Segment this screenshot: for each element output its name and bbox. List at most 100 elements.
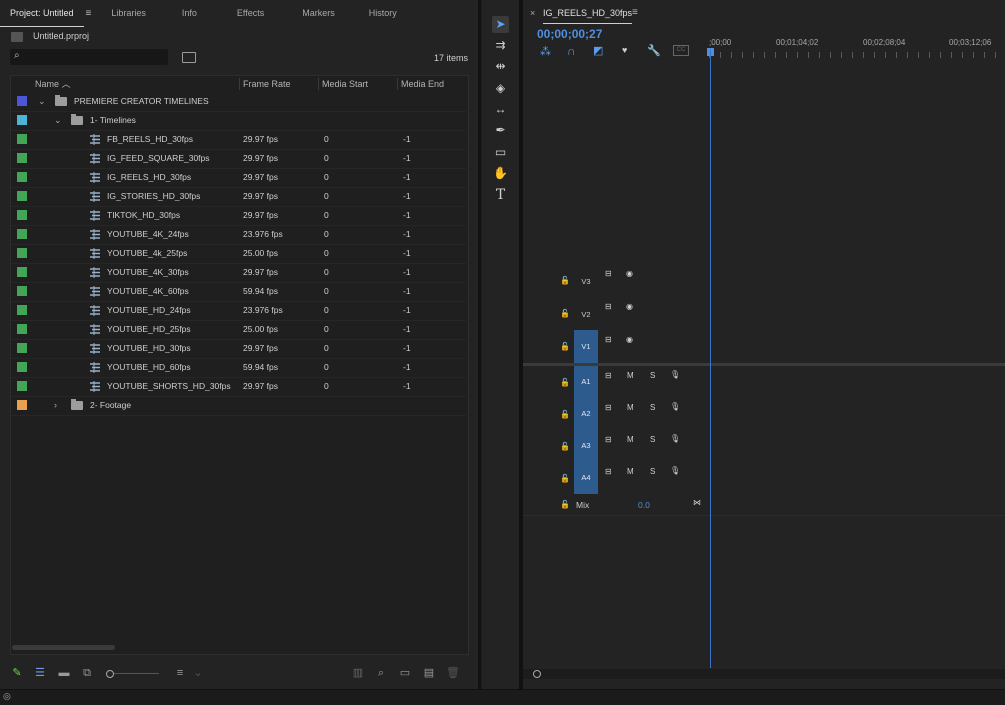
panel-divider[interactable]: [478, 0, 481, 689]
item-name[interactable]: FB_REELS_HD_30fps: [107, 130, 193, 149]
label-color-swatch[interactable]: [17, 96, 27, 106]
sequence-tab[interactable]: IG_REELS_HD_30fps: [543, 8, 633, 24]
sequence-row[interactable]: YOUTUBE_4K_60fps 59.94 fps 0 -1: [11, 282, 466, 302]
chevron-down-icon[interactable]: ⌄: [38, 92, 46, 111]
sequence-row[interactable]: YOUTUBE_HD_24fps 23.976 fps 0 -1: [11, 301, 466, 321]
sequence-row[interactable]: YOUTUBE_4K_24fps 23.976 fps 0 -1: [11, 225, 466, 245]
track-select-tool-icon[interactable]: ⇉: [492, 37, 509, 54]
track-v3[interactable]: 🔓 V3 ⊟ ◉: [523, 264, 1005, 298]
microphone-icon[interactable]: 🎙: [670, 434, 680, 443]
track-a2[interactable]: 🔓 A2 ⊟ M S 🎙: [523, 398, 1005, 431]
sync-lock-icon[interactable]: ⊟: [605, 435, 612, 444]
slip-tool-icon[interactable]: ↔: [492, 101, 509, 118]
list-view-icon[interactable]: ☰: [33, 666, 47, 680]
tab-history[interactable]: History: [359, 0, 407, 26]
bin-row[interactable]: › 2- Footage: [11, 396, 466, 416]
icon-view-icon[interactable]: ▬: [57, 666, 71, 680]
item-name[interactable]: IG_FEED_SQUARE_30fps: [107, 149, 210, 168]
horizontal-scrollbar[interactable]: [12, 645, 115, 650]
automate-to-sequence-icon[interactable]: ▥: [351, 666, 365, 680]
sequence-row[interactable]: YOUTUBE_4K_30fps 29.97 fps 0 -1: [11, 263, 466, 283]
new-bin-icon[interactable]: ▭: [398, 666, 412, 680]
label-color-swatch[interactable]: [17, 400, 27, 410]
chevron-right-icon[interactable]: ›: [54, 396, 57, 415]
lock-icon[interactable]: 🔓: [560, 342, 570, 351]
hand-tool-icon[interactable]: ✋: [492, 165, 509, 182]
track-label[interactable]: V3: [574, 277, 598, 286]
item-name[interactable]: YOUTUBE_HD_30fps: [107, 339, 191, 358]
panel-menu-icon[interactable]: ≡: [632, 7, 638, 18]
track-label[interactable]: A1: [574, 366, 598, 398]
track-a3[interactable]: 🔓 A3 ⊟ M S 🎙: [523, 430, 1005, 463]
tab-libraries[interactable]: Libraries: [101, 0, 156, 26]
solo-button[interactable]: S: [650, 435, 655, 444]
type-tool-icon[interactable]: T: [492, 187, 509, 204]
playhead-line[interactable]: [710, 50, 711, 668]
item-name[interactable]: YOUTUBE_HD_24fps: [107, 301, 191, 320]
bin-row[interactable]: ⌄ PREMIERE CREATOR TIMELINES: [11, 92, 466, 112]
eye-icon[interactable]: ◉: [626, 335, 633, 344]
label-color-swatch[interactable]: [17, 343, 27, 353]
mute-button[interactable]: M: [627, 403, 634, 412]
close-icon[interactable]: ×: [530, 8, 535, 18]
search-input[interactable]: ⌕: [10, 49, 168, 65]
microphone-icon[interactable]: 🎙: [670, 370, 680, 379]
column-header-media-end[interactable]: Media End: [401, 76, 444, 92]
new-search-bin-icon[interactable]: [182, 52, 196, 63]
tab-info[interactable]: Info: [172, 0, 207, 26]
sort-icon[interactable]: ≡: [173, 666, 187, 680]
mute-button[interactable]: M: [627, 435, 634, 444]
trash-icon[interactable]: 🗑: [446, 666, 460, 680]
track-label[interactable]: V1: [574, 330, 598, 363]
timeline-horizontal-scrollbar[interactable]: [523, 669, 1005, 679]
item-name[interactable]: TIKTOK_HD_30fps: [107, 206, 180, 225]
lock-icon[interactable]: 🔓: [560, 442, 570, 451]
lock-icon[interactable]: 🔓: [560, 276, 570, 285]
sequence-row[interactable]: FB_REELS_HD_30fps 29.97 fps 0 -1: [11, 130, 466, 150]
lock-icon[interactable]: 🔓: [560, 309, 570, 318]
scroll-handle[interactable]: [533, 670, 541, 678]
new-item-icon[interactable]: ▤: [422, 666, 436, 680]
sequence-row[interactable]: TIKTOK_HD_30fps 29.97 fps 0 -1: [11, 206, 466, 226]
label-color-swatch[interactable]: [17, 305, 27, 315]
microphone-icon[interactable]: 🎙: [670, 402, 680, 411]
rectangle-tool-icon[interactable]: ▭: [492, 144, 509, 161]
track-v2[interactable]: 🔓 V2 ⊟ ◉: [523, 297, 1005, 331]
lock-icon[interactable]: 🔓: [560, 474, 570, 483]
solo-button[interactable]: S: [650, 403, 655, 412]
selection-tool-icon[interactable]: ➤: [492, 16, 509, 33]
pencil-icon[interactable]: ✎: [10, 666, 24, 680]
insert-nest-icon[interactable]: ⁂: [540, 45, 551, 58]
razor-tool-icon[interactable]: ◈: [492, 80, 509, 97]
eye-icon[interactable]: ◉: [626, 302, 633, 311]
mute-button[interactable]: M: [627, 467, 634, 476]
lock-icon[interactable]: 🔓: [560, 500, 570, 509]
track-v1[interactable]: 🔓 V1 ⊟ ◉: [523, 330, 1005, 364]
lock-icon[interactable]: 🔓: [560, 410, 570, 419]
label-color-swatch[interactable]: [17, 248, 27, 258]
column-header-frame-rate[interactable]: Frame Rate: [243, 76, 291, 92]
bin-row[interactable]: ⌄ 1- Timelines: [11, 111, 466, 131]
item-name[interactable]: PREMIERE CREATOR TIMELINES: [74, 92, 209, 111]
time-ruler[interactable]: [709, 52, 1005, 58]
label-color-swatch[interactable]: [17, 153, 27, 163]
marker-icon[interactable]: ♥: [622, 45, 627, 55]
linked-selection-icon[interactable]: ◩: [593, 44, 603, 57]
eye-icon[interactable]: ◉: [626, 269, 633, 278]
zoom-slider-handle[interactable]: [106, 670, 114, 678]
sync-lock-icon[interactable]: ⊟: [605, 335, 612, 344]
track-label[interactable]: V2: [574, 310, 598, 319]
track-a1[interactable]: 🔓 A1 ⊟ M S 🎙: [523, 366, 1005, 399]
captions-icon[interactable]: CC: [673, 45, 689, 56]
panel-menu-icon[interactable]: ≡: [86, 8, 92, 19]
label-color-swatch[interactable]: [17, 134, 27, 144]
tab-project[interactable]: Project: Untitled: [0, 0, 84, 27]
item-name[interactable]: 1- Timelines: [90, 111, 136, 130]
sync-lock-icon[interactable]: ⊟: [605, 302, 612, 311]
sequence-row[interactable]: YOUTUBE_HD_30fps 29.97 fps 0 -1: [11, 339, 466, 359]
label-color-swatch[interactable]: [17, 324, 27, 334]
column-header-media-start[interactable]: Media Start: [322, 76, 368, 92]
ripple-edit-tool-icon[interactable]: ⇹: [492, 58, 509, 75]
sync-lock-icon[interactable]: ⊟: [605, 467, 612, 476]
item-name[interactable]: YOUTUBE_HD_60fps: [107, 358, 191, 377]
